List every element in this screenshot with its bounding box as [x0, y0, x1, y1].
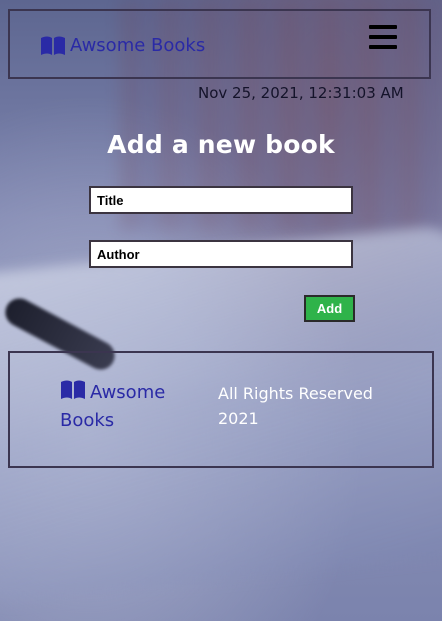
open-book-icon: [61, 380, 85, 399]
site-footer: Awsome Books All Rights Reserved 2021: [8, 351, 434, 468]
add-button[interactable]: Add: [304, 295, 355, 322]
author-input[interactable]: [89, 240, 353, 268]
hamburger-menu-icon[interactable]: [369, 25, 397, 49]
rights-line2: 2021: [218, 409, 259, 428]
brand-name: Awsome Books: [70, 35, 206, 56]
open-book-icon: [41, 36, 65, 55]
form-title: Add a new book: [107, 130, 335, 159]
copyright-text: All Rights Reserved 2021: [218, 381, 388, 431]
site-header: Awsome Books: [8, 9, 431, 79]
title-input[interactable]: [89, 186, 353, 214]
rights-line1: All Rights Reserved: [218, 384, 373, 403]
footer-brand: Awsome Books: [60, 379, 180, 435]
brand-logo[interactable]: Awsome Books: [40, 35, 205, 56]
footer-brand-line1: Awsome: [90, 382, 166, 403]
footer-brand-line2: Books: [60, 410, 115, 431]
current-datetime: Nov 25, 2021, 12:31:03 AM: [198, 84, 404, 102]
